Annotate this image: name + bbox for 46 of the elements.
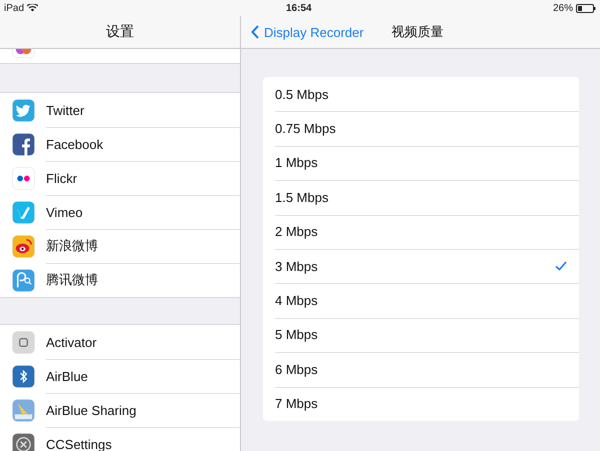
settings-item[interactable]: Flickr xyxy=(0,161,240,195)
settings-item[interactable]: AirBlue xyxy=(0,359,240,393)
wifi-icon xyxy=(27,4,38,12)
settings-item[interactable]: 腾讯微博 xyxy=(0,263,240,297)
bluetooth-icon xyxy=(12,364,35,388)
settings-item[interactable]: Facebook xyxy=(0,127,240,161)
settings-item[interactable]: CCSettings xyxy=(0,427,240,451)
settings-item[interactable]: Activator xyxy=(0,325,240,359)
item-label: Facebook xyxy=(46,136,104,152)
flickr-icon xyxy=(12,166,35,190)
device-name: iPad xyxy=(4,2,24,14)
battery-level: 26% xyxy=(552,2,573,14)
settings-item[interactable]: 新浪微博 xyxy=(0,229,240,263)
item-label: CCSettings xyxy=(46,436,112,451)
item-label: Vimeo xyxy=(46,204,83,220)
battery-icon xyxy=(576,4,596,12)
item-label: Twitter xyxy=(46,102,84,118)
quality-option[interactable]: 1 Mbps xyxy=(263,146,579,180)
item-label: Activator xyxy=(46,334,97,350)
quality-option[interactable]: 0.75 Mbps xyxy=(263,111,579,146)
activator-icon xyxy=(12,330,35,354)
settings-item[interactable]: Twitter xyxy=(0,93,240,127)
quality-option[interactable]: 7 Mbps xyxy=(263,386,579,421)
quality-option[interactable]: 6 Mbps xyxy=(263,352,579,387)
quality-option[interactable]: 5 Mbps xyxy=(263,318,579,352)
sidebar-title: 设置 xyxy=(106,23,134,41)
quality-option[interactable]: 0.5 Mbps xyxy=(263,77,579,112)
item-label: AirBlue Sharing xyxy=(46,402,136,418)
settings-item[interactable]: Vimeo xyxy=(0,195,240,229)
quality-option[interactable]: 1.5 Mbps xyxy=(263,180,579,215)
item-label: 新浪微博 xyxy=(46,237,98,255)
settings-item[interactable]: AirBlue Sharing xyxy=(0,393,240,427)
plane-icon xyxy=(12,398,35,422)
item-label: 腾讯微博 xyxy=(46,271,98,289)
page-title: 视频质量 xyxy=(392,23,444,41)
back-button[interactable]: Display Recorder xyxy=(251,24,364,40)
item-label: AirBlue xyxy=(46,368,88,384)
weibo-icon xyxy=(12,234,35,258)
quality-option[interactable]: 2 Mbps xyxy=(263,214,579,249)
clock: 16:54 xyxy=(286,2,312,14)
chevron-left-icon xyxy=(251,25,259,39)
quality-option[interactable]: 3 Mbps xyxy=(263,248,579,284)
twitter-icon xyxy=(12,98,35,122)
item-label: Flickr xyxy=(46,170,78,186)
quality-option[interactable]: 4 Mbps xyxy=(263,283,579,318)
facebook-icon xyxy=(12,132,35,156)
